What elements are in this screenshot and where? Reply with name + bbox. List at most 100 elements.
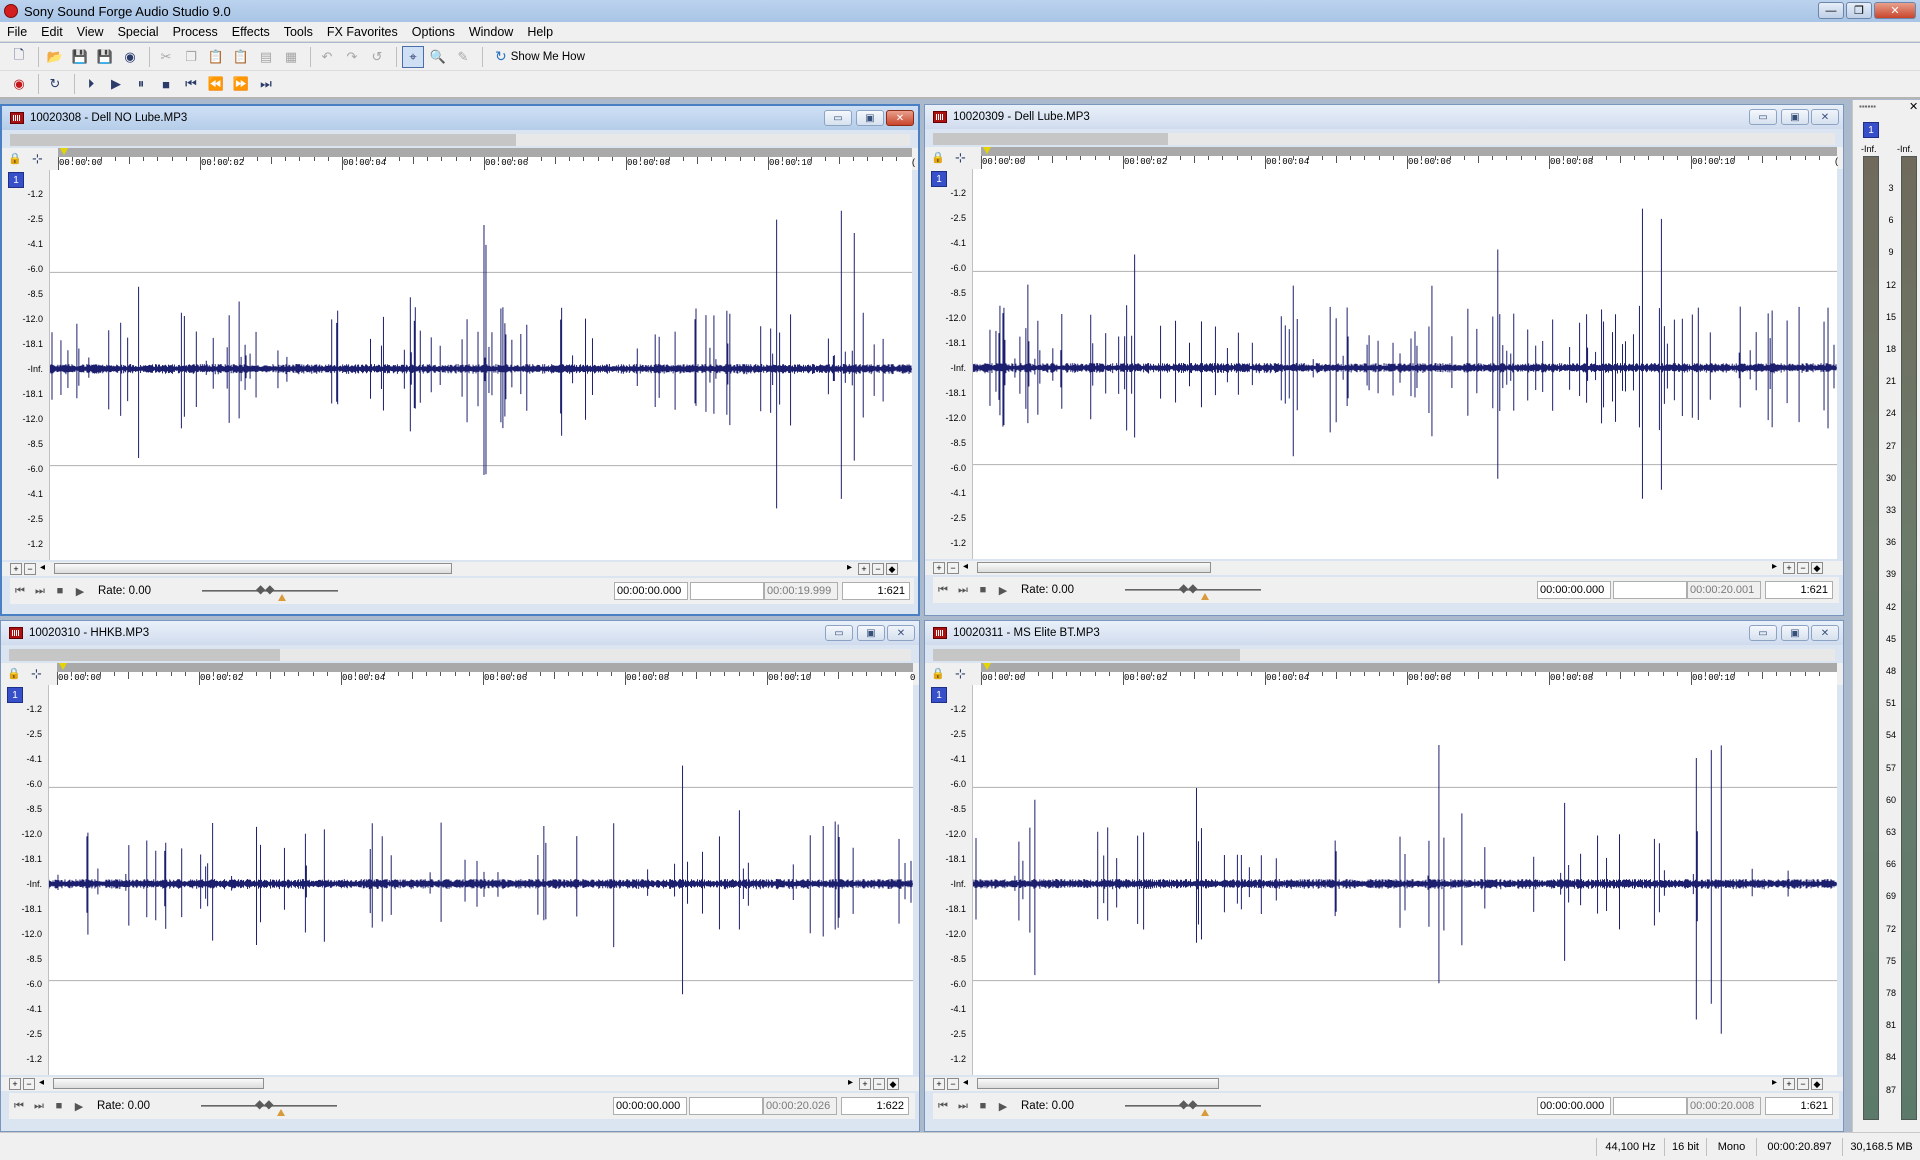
scroll-left-arrow-icon[interactable]: ◂ [963, 1077, 968, 1088]
selection-start-field[interactable]: 00:00:00.000 [613, 1097, 687, 1115]
overview-visible-region[interactable] [9, 649, 280, 661]
zoom-out-time-button[interactable]: − [872, 563, 884, 575]
status-bit-depth[interactable]: 16 bit [1664, 1138, 1706, 1156]
selection-start-field[interactable]: 00:00:00.000 [1537, 1097, 1611, 1115]
zoom-out-vertical-button[interactable]: − [24, 563, 36, 575]
horizontal-scrollbar[interactable]: + − ◂ ▸ + − ◆ [925, 1077, 1843, 1091]
lock-icon[interactable]: 🔒 [931, 151, 945, 164]
audio-window-1[interactable]: 10020308 - Dell NO Lube.MP3 ▭ ▣ ✕ 🔒 ⊹ 00:00:00… [0, 104, 920, 616]
zoom-out-time-button[interactable]: − [873, 1078, 885, 1090]
record-icon[interactable]: ◉ [8, 73, 30, 95]
selection-length-field[interactable] [690, 582, 764, 600]
save-as-icon[interactable]: 💾 [94, 46, 116, 68]
selection-length-field[interactable] [1613, 1097, 1687, 1115]
window-go-to-start-icon[interactable]: ⏮ [933, 1097, 953, 1115]
go-to-start-icon[interactable]: ⏮ [180, 73, 202, 95]
fast-forward-icon[interactable]: ⏩ [230, 73, 252, 95]
minimize-button[interactable]: — [1818, 2, 1844, 19]
snap-icon[interactable]: ⊹ [32, 151, 43, 167]
window-restore-button[interactable]: ▣ [856, 110, 884, 126]
selection-start-field[interactable]: 00:00:00.000 [614, 582, 688, 600]
zoom-in-time-button[interactable]: + [1783, 1078, 1795, 1090]
new-file-icon[interactable]: 🗋 [8, 46, 30, 68]
status-channels[interactable]: Mono [1706, 1138, 1756, 1156]
window-minimize-button[interactable]: ▭ [824, 110, 852, 126]
horizontal-scrollbar[interactable]: + − ◂ ▸ + − ◆ [2, 562, 918, 576]
window-play-icon[interactable]: ▶ [70, 582, 90, 600]
snap-icon[interactable]: ⊹ [955, 666, 966, 682]
cursor-marker-icon[interactable] [983, 663, 991, 670]
window-minimize-button[interactable]: ▭ [1749, 109, 1777, 125]
go-to-end-icon[interactable]: ⏭ [255, 73, 277, 95]
file-length-field[interactable]: 00:00:20.001 [1687, 581, 1761, 599]
rate-slider-thumb-icon[interactable]: ◆◆ [256, 582, 274, 596]
window-close-button[interactable]: ✕ [886, 110, 914, 126]
play-icon[interactable]: ▶ [105, 73, 127, 95]
zoom-ratio-field[interactable]: 1:621 [842, 582, 910, 600]
zoom-full-button[interactable]: ◆ [887, 1078, 899, 1090]
menu-window[interactable]: Window [462, 25, 520, 39]
horizontal-scrollbar[interactable]: + − ◂ ▸ + − ◆ [1, 1077, 919, 1091]
show-me-how-button[interactable]: ↻ Show Me How [488, 46, 592, 68]
overview-visible-region[interactable] [933, 649, 1240, 661]
menu-effects[interactable]: Effects [225, 25, 277, 39]
undo-icon[interactable]: ↶ [316, 46, 338, 68]
rate-slider-thumb-icon[interactable]: ◆◆ [1179, 581, 1197, 595]
zoom-out-time-button[interactable]: − [1797, 1078, 1809, 1090]
window-play-icon[interactable]: ▶ [993, 581, 1013, 599]
audio-window-title-bar[interactable]: 10020309 - Dell Lube.MP3 ▭ ▣ ✕ [925, 105, 1843, 129]
file-length-field[interactable]: 00:00:20.008 [1687, 1097, 1761, 1115]
cursor-marker-icon[interactable] [983, 147, 991, 154]
save-icon[interactable]: 💾 [69, 46, 91, 68]
window-stop-icon[interactable]: ■ [973, 581, 993, 599]
mix-paste-icon[interactable]: 📋 [230, 46, 252, 68]
channel-badge[interactable]: 1 [8, 172, 24, 188]
window-play-icon[interactable]: ▶ [69, 1097, 89, 1115]
audio-window-3[interactable]: 10020310 - HHKB.MP3 ▭ ▣ ✕ 🔒 ⊹ 00:00:00 00:00:02… [0, 620, 920, 1132]
menu-process[interactable]: Process [166, 25, 225, 39]
meter-channel-badge[interactable]: 1 [1863, 122, 1879, 138]
time-ruler[interactable]: 00:00:00 00:00:02 00:00:04 00:00:06 00:00:08… [981, 663, 1837, 685]
copy-icon[interactable]: ❐ [180, 46, 202, 68]
trim-icon[interactable]: ▦ [280, 46, 302, 68]
window-play-icon[interactable]: ▶ [993, 1097, 1013, 1115]
zoom-full-button[interactable]: ◆ [886, 563, 898, 575]
pause-icon[interactable]: ⏸ [130, 73, 152, 95]
file-length-field[interactable]: 00:00:20.026 [763, 1097, 837, 1115]
menu-edit[interactable]: Edit [34, 25, 70, 39]
scrollbar-thumb[interactable] [977, 1078, 1219, 1089]
window-go-to-start-icon[interactable]: ⏮ [9, 1097, 29, 1115]
cursor-marker-icon[interactable] [60, 148, 68, 155]
zoom-out-vertical-button[interactable]: − [947, 562, 959, 574]
zoom-ratio-field[interactable]: 1:622 [841, 1097, 909, 1115]
menu-view[interactable]: View [70, 25, 111, 39]
zoom-in-vertical-button[interactable]: + [933, 1078, 945, 1090]
menu-file[interactable]: File [0, 25, 34, 39]
time-ruler[interactable]: 00:00:00 00:00:02 00:00:04 00:00:06 00:00:08… [981, 147, 1839, 169]
menu-help[interactable]: Help [520, 25, 560, 39]
waveform-display[interactable] [50, 170, 912, 560]
window-minimize-button[interactable]: ▭ [825, 625, 853, 641]
zoom-in-vertical-button[interactable]: + [9, 1078, 21, 1090]
channel-badge[interactable]: 1 [931, 171, 947, 187]
lock-icon[interactable]: 🔒 [8, 152, 22, 165]
paste-icon[interactable]: 📋 [205, 46, 227, 68]
window-close-button[interactable]: ✕ [1811, 109, 1839, 125]
scroll-right-arrow-icon[interactable]: ▸ [1772, 1077, 1777, 1088]
meter-close-icon[interactable]: ✕ [1909, 100, 1918, 113]
window-restore-button[interactable]: ▣ [1781, 109, 1809, 125]
window-go-to-start-icon[interactable]: ⏮ [10, 582, 30, 600]
window-go-to-end-icon[interactable]: ⏭ [29, 1097, 49, 1115]
audio-window-title-bar[interactable]: 10020310 - HHKB.MP3 ▭ ▣ ✕ [1, 621, 919, 645]
time-ruler[interactable]: 00:00:00 00:00:02 00:00:04 00:00:06 00:00:08… [57, 663, 915, 685]
scroll-right-arrow-icon[interactable]: ▸ [1772, 561, 1777, 572]
zoom-full-button[interactable]: ◆ [1811, 562, 1823, 574]
selection-length-field[interactable] [689, 1097, 763, 1115]
scrollbar-thumb[interactable] [53, 1078, 264, 1089]
file-length-field[interactable]: 00:00:19.999 [764, 582, 838, 600]
channel-badge[interactable]: 1 [931, 687, 947, 703]
waveform-display[interactable] [49, 685, 913, 1075]
scroll-left-arrow-icon[interactable]: ◂ [39, 1077, 44, 1088]
close-button[interactable]: ✕ [1874, 2, 1916, 19]
zoom-ratio-field[interactable]: 1:621 [1765, 581, 1833, 599]
